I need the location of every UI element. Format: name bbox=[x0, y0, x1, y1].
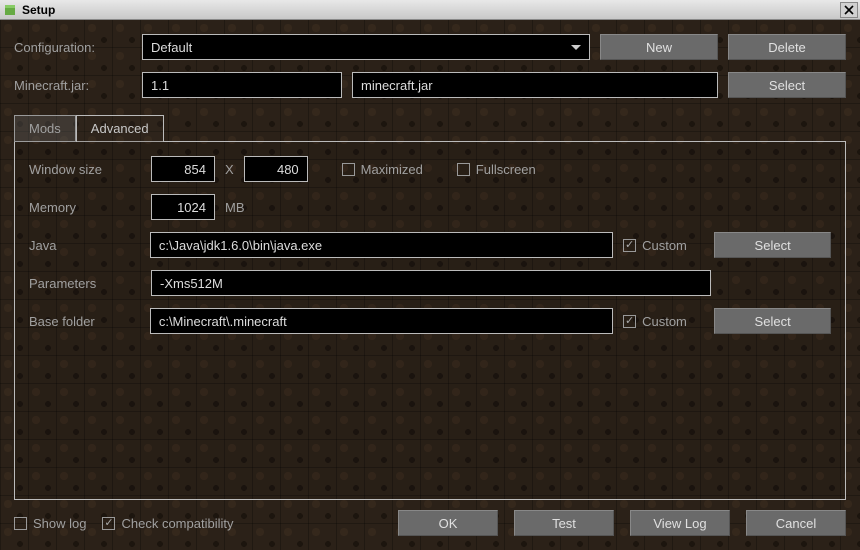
jar-label: Minecraft.jar: bbox=[14, 78, 132, 93]
checkbox-icon bbox=[457, 163, 470, 176]
memory-label: Memory bbox=[29, 200, 141, 215]
configuration-row: Configuration: Default New Delete bbox=[14, 34, 846, 60]
jar-select-button[interactable]: Select bbox=[728, 72, 846, 98]
java-custom-checkbox[interactable]: ✓ Custom bbox=[623, 238, 704, 253]
base-folder-row: Base folder ✓ Custom Select bbox=[29, 308, 831, 334]
window-width-input[interactable] bbox=[151, 156, 215, 182]
memory-unit: MB bbox=[225, 200, 245, 215]
configuration-select[interactable]: Default bbox=[142, 34, 590, 60]
java-row: Java ✓ Custom Select bbox=[29, 232, 831, 258]
parameters-row: Parameters bbox=[29, 270, 831, 296]
dimension-x: X bbox=[225, 162, 234, 177]
ok-button[interactable]: OK bbox=[398, 510, 498, 536]
window-size-row: Window size X Maximized Fullscreen bbox=[29, 156, 831, 182]
checkbox-icon bbox=[14, 517, 27, 530]
window-size-label: Window size bbox=[29, 162, 141, 177]
window-title: Setup bbox=[22, 3, 840, 17]
delete-button[interactable]: Delete bbox=[728, 34, 846, 60]
base-folder-label: Base folder bbox=[29, 314, 140, 329]
checkbox-checked-icon: ✓ bbox=[623, 315, 636, 328]
chevron-down-icon bbox=[571, 45, 581, 50]
test-button[interactable]: Test bbox=[514, 510, 614, 536]
java-custom-label: Custom bbox=[642, 238, 687, 253]
content-area: Configuration: Default New Delete Minecr… bbox=[0, 20, 860, 550]
checkbox-checked-icon: ✓ bbox=[102, 517, 115, 530]
tabpanel-advanced: Window size X Maximized Fullscreen Memor… bbox=[14, 141, 846, 500]
memory-row: Memory MB bbox=[29, 194, 831, 220]
checkcompat-label: Check compatibility bbox=[121, 516, 233, 531]
parameters-label: Parameters bbox=[29, 276, 141, 291]
jar-filename-input[interactable] bbox=[352, 72, 718, 98]
showlog-label: Show log bbox=[33, 516, 86, 531]
app-icon bbox=[2, 2, 18, 18]
maximized-label: Maximized bbox=[361, 162, 423, 177]
base-select-button[interactable]: Select bbox=[714, 308, 831, 334]
tabs: Mods Advanced bbox=[14, 114, 846, 141]
memory-input[interactable] bbox=[151, 194, 215, 220]
checkbox-checked-icon: ✓ bbox=[623, 239, 636, 252]
java-label: Java bbox=[29, 238, 140, 253]
checkbox-icon bbox=[342, 163, 355, 176]
cancel-button[interactable]: Cancel bbox=[746, 510, 846, 536]
titlebar: Setup bbox=[0, 0, 860, 20]
viewlog-button[interactable]: View Log bbox=[630, 510, 730, 536]
fullscreen-label: Fullscreen bbox=[476, 162, 536, 177]
maximized-checkbox[interactable]: Maximized bbox=[342, 162, 423, 177]
base-folder-input[interactable] bbox=[150, 308, 613, 334]
base-custom-label: Custom bbox=[642, 314, 687, 329]
close-button[interactable] bbox=[840, 2, 858, 18]
tab-advanced[interactable]: Advanced bbox=[76, 115, 164, 142]
java-select-button[interactable]: Select bbox=[714, 232, 831, 258]
base-custom-checkbox[interactable]: ✓ Custom bbox=[623, 314, 704, 329]
footer: Show log ✓ Check compatibility OK Test V… bbox=[14, 510, 846, 536]
showlog-checkbox[interactable]: Show log bbox=[14, 516, 86, 531]
configuration-label: Configuration: bbox=[14, 40, 132, 55]
tab-mods[interactable]: Mods bbox=[14, 115, 76, 142]
checkcompat-checkbox[interactable]: ✓ Check compatibility bbox=[102, 516, 233, 531]
jar-row: Minecraft.jar: Select bbox=[14, 72, 846, 98]
new-button[interactable]: New bbox=[600, 34, 718, 60]
java-path-input[interactable] bbox=[150, 232, 613, 258]
fullscreen-checkbox[interactable]: Fullscreen bbox=[457, 162, 536, 177]
window-height-input[interactable] bbox=[244, 156, 308, 182]
jar-version-input[interactable] bbox=[142, 72, 342, 98]
configuration-value: Default bbox=[151, 40, 192, 55]
parameters-input[interactable] bbox=[151, 270, 711, 296]
